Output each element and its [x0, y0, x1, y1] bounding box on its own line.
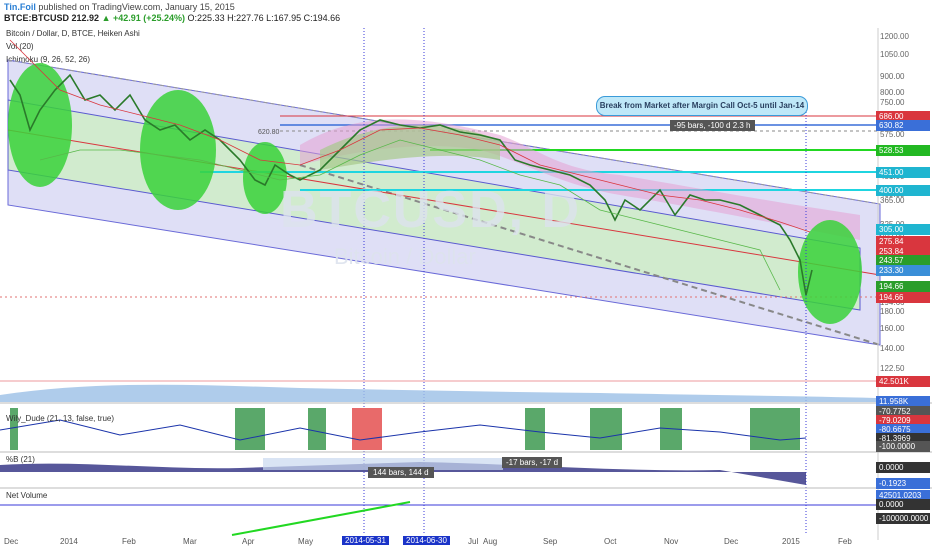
price-axis-tick: 1200.00 — [880, 32, 909, 41]
wily-green-band-7 — [750, 408, 800, 450]
zone-ellipse-4 — [798, 220, 862, 324]
wily-line — [0, 419, 807, 441]
price-box-label: 620.80 — [258, 129, 280, 136]
price-axis-tick: 160.00 — [880, 324, 905, 333]
price-label: 400.00 — [876, 185, 930, 196]
time-axis-tick: Dec — [724, 537, 739, 546]
bb-label: 0.0000 — [876, 462, 930, 473]
price-axis-tick: 122.50 — [880, 364, 905, 373]
netvol-label: -100000.0000 — [876, 513, 930, 524]
price-axis-tick: 140.00 — [880, 344, 905, 353]
price-axis-tick: 1050.00 — [880, 50, 909, 59]
bb-label: -0.1923 — [876, 478, 930, 489]
price-label: 305.00 — [876, 224, 930, 235]
x-highlight-2: 2014-06-30 — [403, 536, 450, 545]
time-axis-tick: Oct — [604, 537, 617, 546]
bars-left-label: 144 bars, 144 d — [368, 467, 434, 478]
wily-green-band-2 — [235, 408, 265, 450]
time-axis-tick: Dec — [4, 537, 19, 546]
callout-annotation[interactable]: Break from Market after Margin Call Oct-… — [596, 96, 808, 116]
price-label: 194.66 — [876, 292, 930, 303]
price-axis-tick: 750.00 — [880, 98, 905, 107]
time-axis-tick: Feb — [122, 537, 136, 546]
price-label: 233.30 — [876, 265, 930, 276]
bars-right-label: -17 bars, -17 d — [502, 457, 563, 468]
price-axis-tick: 365.00 — [880, 196, 905, 205]
zone-ellipse-2 — [140, 90, 216, 210]
price-axis-tick: 800.00 — [880, 88, 905, 97]
time-axis-tick: Apr — [242, 537, 255, 546]
watermark-name: Bitcoin / Dollar — [334, 244, 476, 269]
bars-range-label: -95 bars, -100 d 2.3 h — [670, 120, 755, 131]
wily-green-band-5 — [590, 408, 622, 450]
time-axis-tick: Nov — [664, 537, 679, 546]
wily-legend[interactable]: Wily_Dude (21, 13, false, true) — [6, 414, 114, 423]
time-axis-tick: Mar — [183, 537, 197, 546]
wily-red-band — [352, 408, 382, 450]
time-axis-tick: Sep — [543, 537, 558, 546]
x-highlight-1: 2014-05-31 — [342, 536, 389, 545]
volume-area — [0, 384, 876, 402]
wily-green-band-4 — [525, 408, 545, 450]
bb-legend[interactable]: %B (21) — [6, 455, 35, 464]
price-label: 528.53 — [876, 145, 930, 156]
price-label: 451.00 — [876, 167, 930, 178]
watermark-symbol: BTCUSD, D — [280, 181, 582, 239]
price-label: 194.66 — [876, 281, 930, 292]
main-chart[interactable] — [0, 0, 932, 550]
netvol-trend — [231, 501, 411, 536]
time-axis-tick: 2015 — [782, 537, 800, 546]
price-label: 630.82 — [876, 120, 930, 131]
time-axis-tick: May — [298, 537, 314, 546]
wily-green-band-3 — [308, 408, 326, 450]
price-axis-tick: 575.00 — [880, 130, 905, 139]
price-axis-tick: 180.00 — [880, 307, 905, 316]
vol-label: 42.501K — [876, 376, 930, 387]
time-axis-tick: Feb — [838, 537, 852, 546]
time-axis-tick: Aug — [483, 537, 498, 546]
wily-label: -100.0000 — [876, 441, 930, 452]
time-axis-tick: 2014 — [60, 537, 78, 546]
price-axis-tick: 900.00 — [880, 72, 905, 81]
time-axis-tick: Jul — [468, 537, 479, 546]
netvol-legend[interactable]: Net Volume — [6, 491, 47, 500]
netvol-label: 0.0000 — [876, 499, 930, 510]
